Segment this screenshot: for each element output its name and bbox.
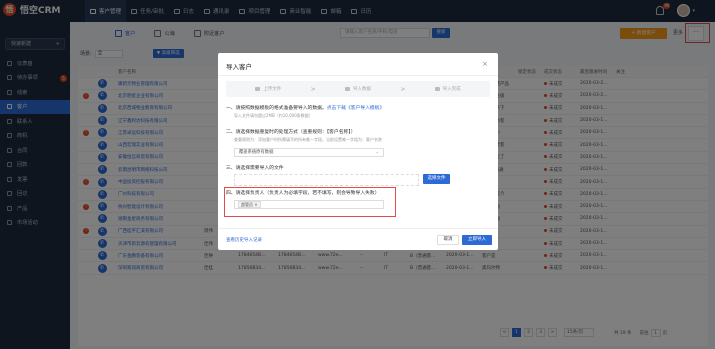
- section-2-title: 二、请选择数据重复时的处理方式（查重规则：【客户名称】）: [226, 130, 356, 135]
- cancel-button[interactable]: 取消: [437, 235, 459, 245]
- dialog-title: 导入客户: [226, 63, 252, 71]
- section-2-hint: 查重规则为：添加客户时所需填写的所有唯一字段，当前设置唯一字段为：客户名称: [234, 137, 382, 142]
- section-1-title: 一、请按照数据模板的格式准备要导入的数据。点击下载《客户导入模板》: [226, 104, 384, 111]
- step-complete: 导入完成: [405, 86, 490, 92]
- step-label: 上传文件: [263, 87, 282, 92]
- import-history-link[interactable]: 查看历史导入记录: [226, 237, 262, 243]
- section-1-text: 一、请按照数据模板的格式准备要导入的数据。: [226, 106, 327, 111]
- step-upload: 上传文件: [226, 86, 311, 92]
- cloud-icon: [344, 87, 350, 91]
- owner-tag[interactable]: 超管员 ×: [238, 201, 261, 208]
- section-1-hint: 导入文件请勿超过2MB（约10,000条数据）: [234, 113, 313, 118]
- section-4-title: 四、请选择负责人（负责人为必填字段，若不填写，则会导致导入失败）: [226, 191, 380, 196]
- step-label: 导入完成: [442, 87, 461, 92]
- download-template-link[interactable]: 点击下载《客户导入模板》: [327, 106, 385, 111]
- import-steps: 上传文件 > 导入数据 > 导入完成: [226, 81, 490, 97]
- divider: [218, 75, 498, 76]
- import-now-button[interactable]: 立即导入: [462, 235, 492, 245]
- import-customers-dialog: 导入客户 × 上传文件 > 导入数据 > 导入完成 一、请按照数据模板的格式准备…: [218, 53, 498, 250]
- section-3-title: 三、请选择需要导入的文件: [226, 166, 284, 171]
- select-value: 覆盖系统原有数据: [239, 150, 274, 155]
- chevron-down-icon: ⌄: [375, 150, 379, 155]
- folder-icon: [255, 87, 261, 91]
- owner-select[interactable]: 超管员 ×: [234, 200, 384, 209]
- file-path-field[interactable]: [234, 174, 419, 186]
- check-icon: [434, 87, 440, 91]
- divider: [218, 228, 498, 229]
- close-icon[interactable]: ×: [482, 60, 488, 68]
- step-import: 导入数据: [316, 86, 401, 92]
- select-file-button[interactable]: 选择文件: [423, 174, 450, 184]
- step-label: 导入数据: [352, 87, 371, 92]
- duplicate-handling-select[interactable]: 覆盖系统原有数据 ⌄: [234, 148, 384, 157]
